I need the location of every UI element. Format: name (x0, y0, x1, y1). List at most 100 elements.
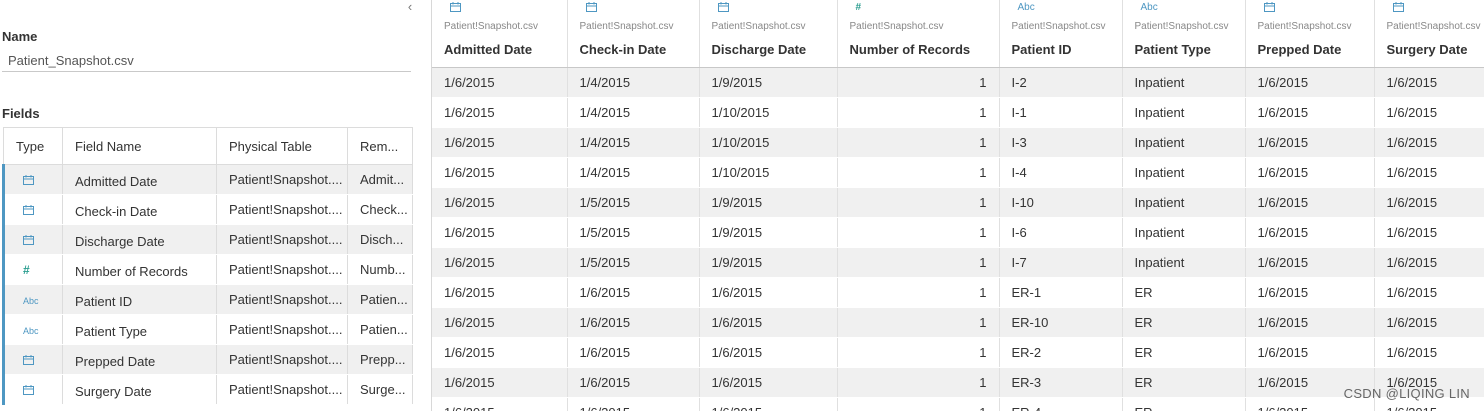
table-row[interactable]: 1/6/2015 1/4/2015 1/10/2015 1 I-4 Inpatient 1/… (432, 157, 1484, 188)
table-row[interactable]: 1/6/2015 1/5/2015 1/9/2015 1 I-6 Inpatient 1/6… (432, 217, 1484, 248)
table-cell[interactable]: 1 (837, 397, 1000, 411)
table-cell[interactable]: 1 (837, 97, 1000, 128)
table-cell[interactable]: I-3 (999, 127, 1123, 158)
table-cell[interactable]: 1/6/2015 (699, 367, 838, 398)
table-cell[interactable]: ER-2 (999, 337, 1123, 368)
table-cell[interactable]: 1 (837, 157, 1000, 188)
grid-column-header[interactable]: # Patient!Snapshot.csv Number of Records (837, 0, 1000, 68)
table-row[interactable]: 1/6/2015 1/6/2015 1/6/2015 1 ER-1 ER 1/6/2015 1… (432, 277, 1484, 308)
table-cell[interactable]: 1/6/2015 (432, 277, 568, 308)
field-type-cell[interactable]: # (2, 254, 63, 285)
table-cell[interactable]: ER-1 (999, 277, 1123, 308)
table-cell[interactable]: 1/6/2015 (1374, 157, 1484, 188)
table-cell[interactable]: 1/6/2015 (432, 367, 568, 398)
table-cell[interactable]: 1/6/2015 (1374, 187, 1484, 218)
table-cell[interactable]: 1/6/2015 (1245, 217, 1375, 248)
table-cell[interactable]: 1/6/2015 (432, 307, 568, 338)
table-cell[interactable]: 1/6/2015 (432, 337, 568, 368)
table-cell[interactable]: 1/4/2015 (567, 67, 700, 98)
table-cell[interactable]: 1/10/2015 (699, 127, 838, 158)
table-cell[interactable]: Inpatient (1122, 187, 1246, 218)
table-cell[interactable]: 1/6/2015 (1245, 277, 1375, 308)
table-cell[interactable]: Inpatient (1122, 127, 1246, 158)
table-cell[interactable]: 1 (837, 337, 1000, 368)
table-cell[interactable]: 1/6/2015 (432, 67, 568, 98)
table-cell[interactable]: 1/6/2015 (699, 397, 838, 411)
column-header-field-name[interactable]: Field Name (62, 127, 217, 165)
table-cell[interactable]: 1/6/2015 (1374, 307, 1484, 338)
table-cell[interactable]: 1/6/2015 (567, 277, 700, 308)
grid-column-header[interactable]: Abc Patient!Snapshot.csv Patient ID (999, 0, 1123, 68)
field-type-cell[interactable]: Abc (2, 284, 63, 315)
field-row[interactable]: Admitted Date Patient!Snapshot.... Admit..… (2, 164, 413, 195)
table-cell[interactable]: 1/6/2015 (1374, 337, 1484, 368)
table-cell[interactable]: 1/6/2015 (432, 397, 568, 411)
grid-column-header[interactable]: Abc Patient!Snapshot.csv Patient Type (1122, 0, 1246, 68)
table-cell[interactable]: 1/6/2015 (567, 337, 700, 368)
field-type-cell[interactable] (2, 344, 63, 375)
table-cell[interactable]: I-10 (999, 187, 1123, 218)
table-cell[interactable]: 1 (837, 247, 1000, 278)
table-cell[interactable]: 1/6/2015 (1374, 217, 1484, 248)
table-row[interactable]: 1/6/2015 1/4/2015 1/10/2015 1 I-3 Inpatient 1/… (432, 127, 1484, 158)
table-cell[interactable]: 1 (837, 187, 1000, 218)
table-cell[interactable]: 1/10/2015 (699, 97, 838, 128)
table-cell[interactable]: 1/6/2015 (1245, 67, 1375, 98)
datasource-name-input[interactable] (2, 49, 411, 72)
collapse-panel-icon[interactable]: ‹ (403, 0, 417, 14)
table-cell[interactable]: 1/6/2015 (1374, 97, 1484, 128)
table-cell[interactable]: 1 (837, 67, 1000, 98)
table-row[interactable]: 1/6/2015 1/4/2015 1/10/2015 1 I-1 Inpatient 1/… (432, 97, 1484, 128)
table-cell[interactable]: 1/6/2015 (432, 217, 568, 248)
grid-column-header[interactable]: Patient!Snapshot.csv Surgery Date (1374, 0, 1484, 68)
table-cell[interactable]: 1/4/2015 (567, 157, 700, 188)
table-cell[interactable]: 1/6/2015 (432, 247, 568, 278)
table-cell[interactable]: 1/6/2015 (567, 397, 700, 411)
table-cell[interactable]: 1/4/2015 (567, 127, 700, 158)
table-cell[interactable]: 1/6/2015 (1245, 307, 1375, 338)
table-cell[interactable]: Inpatient (1122, 97, 1246, 128)
field-type-cell[interactable] (2, 194, 63, 225)
table-cell[interactable]: ER-10 (999, 307, 1123, 338)
column-header-physical-table[interactable]: Physical Table (216, 127, 348, 165)
table-cell[interactable]: 1 (837, 277, 1000, 308)
grid-column-header[interactable]: Patient!Snapshot.csv Check-in Date (567, 0, 700, 68)
table-cell[interactable]: ER (1122, 337, 1246, 368)
field-type-cell[interactable]: Abc (2, 314, 63, 345)
table-cell[interactable]: 1/6/2015 (1374, 247, 1484, 278)
table-cell[interactable]: 1 (837, 367, 1000, 398)
table-cell[interactable]: 1/6/2015 (567, 367, 700, 398)
table-cell[interactable]: Inpatient (1122, 157, 1246, 188)
table-cell[interactable]: 1/6/2015 (1245, 187, 1375, 218)
table-cell[interactable]: 1/6/2015 (699, 337, 838, 368)
table-cell[interactable]: 1/5/2015 (567, 217, 700, 248)
table-cell[interactable]: 1/6/2015 (1245, 247, 1375, 278)
table-cell[interactable]: 1/10/2015 (699, 157, 838, 188)
table-row[interactable]: 1/6/2015 1/5/2015 1/9/2015 1 I-7 Inpatient 1/6… (432, 247, 1484, 278)
table-cell[interactable]: 1/5/2015 (567, 247, 700, 278)
table-cell[interactable]: 1/6/2015 (1374, 127, 1484, 158)
table-cell[interactable]: Inpatient (1122, 217, 1246, 248)
table-cell[interactable]: I-4 (999, 157, 1123, 188)
table-row[interactable]: 1/6/2015 1/6/2015 1/6/2015 1 ER-10 ER 1/6/2015… (432, 307, 1484, 338)
field-type-cell[interactable] (2, 374, 63, 405)
table-cell[interactable]: 1/6/2015 (432, 157, 568, 188)
table-cell[interactable]: I-1 (999, 97, 1123, 128)
table-cell[interactable]: 1/6/2015 (432, 97, 568, 128)
table-cell[interactable]: ER-4 (999, 397, 1123, 411)
table-cell[interactable]: 1/9/2015 (699, 217, 838, 248)
field-row[interactable]: Surgery Date Patient!Snapshot.... Surge... (2, 374, 413, 405)
table-cell[interactable]: ER (1122, 307, 1246, 338)
table-row[interactable]: 1/6/2015 1/4/2015 1/9/2015 1 I-2 Inpatient 1/6… (432, 67, 1484, 98)
field-row[interactable]: Check-in Date Patient!Snapshot.... Check..… (2, 194, 413, 225)
table-cell[interactable]: 1/9/2015 (699, 67, 838, 98)
table-cell[interactable]: Inpatient (1122, 247, 1246, 278)
table-cell[interactable]: 1 (837, 307, 1000, 338)
table-cell[interactable]: 1/6/2015 (432, 187, 568, 218)
field-type-cell[interactable] (2, 164, 63, 195)
field-row[interactable]: Discharge Date Patient!Snapshot.... Disch.… (2, 224, 413, 255)
grid-column-header[interactable]: Patient!Snapshot.csv Admitted Date (432, 0, 568, 68)
table-row[interactable]: 1/6/2015 1/6/2015 1/6/2015 1 ER-2 ER 1/6/2015 1… (432, 337, 1484, 368)
column-header-type[interactable]: Type (3, 127, 63, 165)
table-cell[interactable]: 1/6/2015 (1245, 157, 1375, 188)
